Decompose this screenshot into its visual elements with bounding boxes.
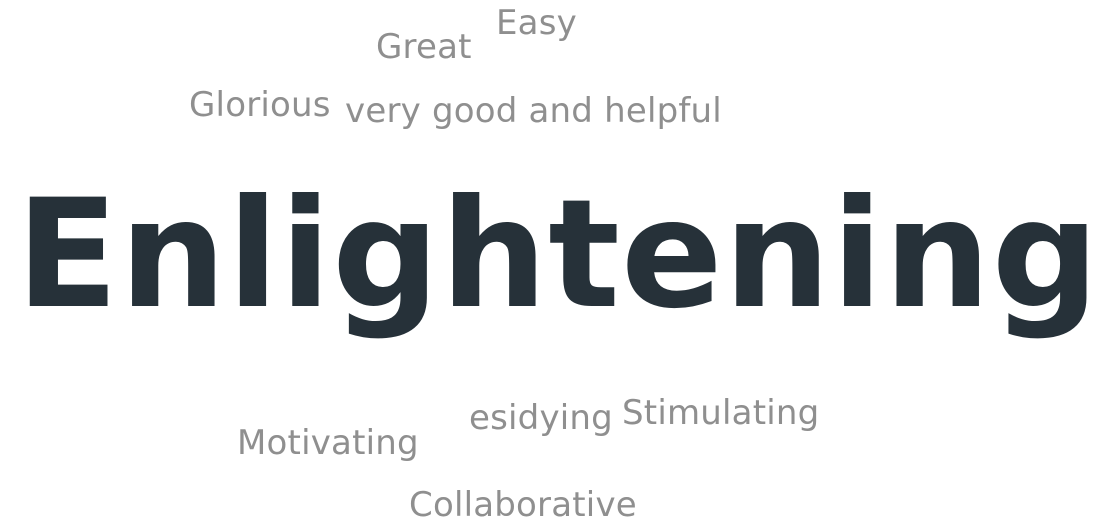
word-enlightening: Enlightening — [16, 168, 1094, 342]
word-easy: Easy — [496, 3, 577, 43]
word-very-good-and-helpful: very good and helpful — [345, 91, 722, 131]
word-stimulating: Stimulating — [622, 393, 820, 433]
word-cloud: Easy Great Glorious very good and helpfu… — [0, 0, 1094, 527]
word-great: Great — [376, 27, 472, 67]
word-glorious: Glorious — [189, 85, 331, 125]
word-esidying: esidying — [469, 398, 613, 438]
word-collaborative: Collaborative — [409, 485, 637, 525]
word-motivating: Motivating — [237, 423, 419, 463]
